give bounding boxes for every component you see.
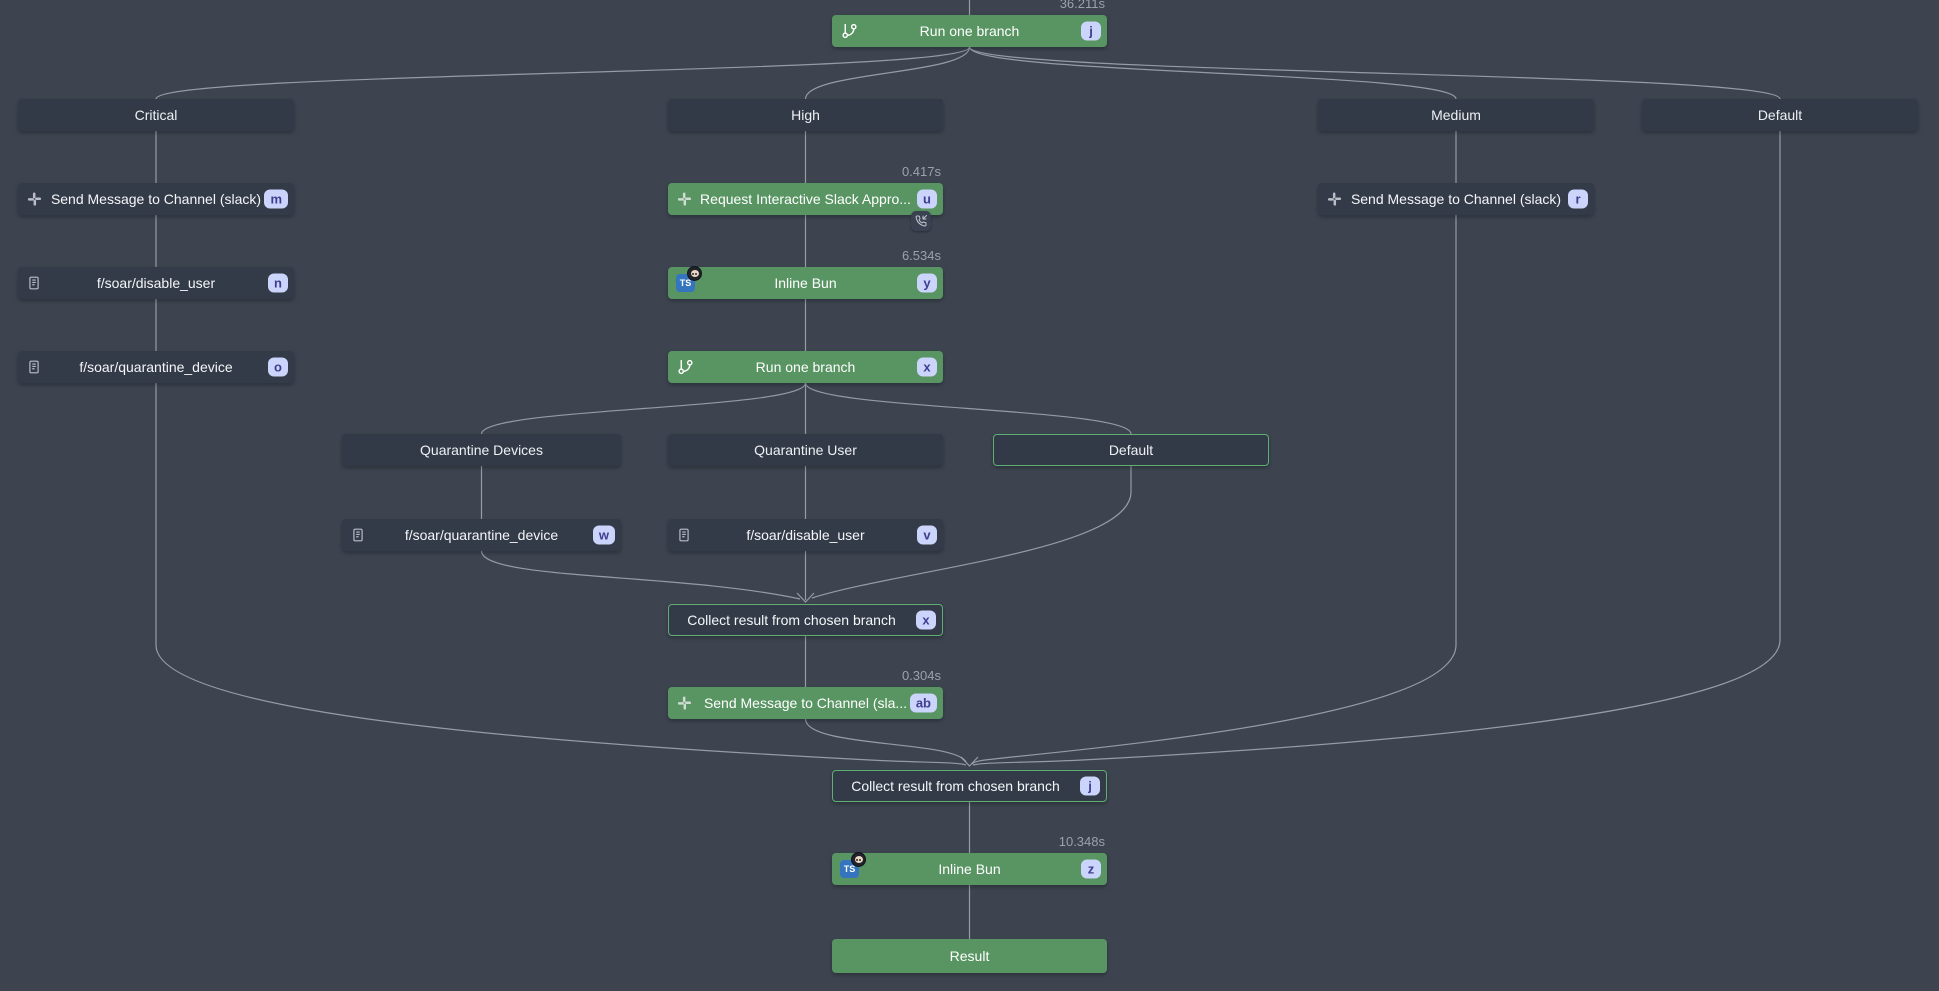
node-id-badge: ab xyxy=(910,694,937,713)
node-quarantine-device-critical[interactable]: f/soar/quarantine_device o xyxy=(18,351,294,383)
node-label: Send Message to Channel (slack) xyxy=(51,191,261,207)
node-collect-result-inner[interactable]: Collect result from chosen branch x xyxy=(668,604,943,636)
branch-header-default-inner[interactable]: Default xyxy=(993,434,1269,466)
branch-label: Critical xyxy=(135,107,178,123)
node-collect-result-outer[interactable]: Collect result from chosen branch j xyxy=(832,770,1107,802)
branch-label: Quarantine User xyxy=(754,442,857,458)
branch-header-critical[interactable]: Critical xyxy=(18,99,294,131)
node-id-badge: n xyxy=(268,274,288,293)
node-label: Result xyxy=(950,948,990,964)
ts-icon: TS xyxy=(840,859,866,879)
node-label: Collect result from chosen branch xyxy=(687,612,896,628)
node-run-one-branch-inner[interactable]: Run one branch x xyxy=(668,351,943,383)
branch-label: High xyxy=(791,107,820,123)
branch-label: Medium xyxy=(1431,107,1481,123)
node-label: Collect result from chosen branch xyxy=(851,778,1060,794)
node-run-one-branch-top[interactable]: 36.211s Run one branch j xyxy=(832,15,1107,47)
node-quarantine-device-sub[interactable]: f/soar/quarantine_device w xyxy=(342,519,621,551)
branch-header-high[interactable]: High xyxy=(668,99,943,131)
node-label: f/soar/disable_user xyxy=(97,275,215,291)
node-label: f/soar/disable_user xyxy=(746,527,864,543)
node-id-badge: v xyxy=(917,526,937,545)
script-icon xyxy=(27,276,41,290)
node-label: Inline Bun xyxy=(938,861,1000,877)
node-id-badge: z xyxy=(1081,860,1101,879)
node-label: Inline Bun xyxy=(774,275,836,291)
node-id-badge: o xyxy=(268,358,288,377)
node-id-badge: x xyxy=(916,611,936,630)
node-send-message-critical[interactable]: Send Message to Channel (slack) m xyxy=(18,183,294,215)
duration-label: 0.417s xyxy=(902,164,941,179)
git-branch-icon xyxy=(677,359,694,376)
ts-icon: TS xyxy=(676,273,702,293)
branch-label: Quarantine Devices xyxy=(420,442,543,458)
script-icon xyxy=(27,360,41,374)
node-id-badge: y xyxy=(917,274,937,293)
node-id-badge: u xyxy=(917,190,937,209)
node-label: Send Message to Channel (slack) xyxy=(1351,191,1561,207)
phone-incoming-icon xyxy=(911,211,931,231)
node-id-badge: m xyxy=(264,190,288,209)
node-id-badge: w xyxy=(593,526,615,545)
node-label: Send Message to Channel (sla... xyxy=(704,695,907,711)
duration-label: 0.304s xyxy=(902,668,941,683)
node-send-message-medium[interactable]: Send Message to Channel (slack) r xyxy=(1318,183,1594,215)
script-icon xyxy=(351,528,365,542)
node-label: f/soar/quarantine_device xyxy=(405,527,558,543)
node-label: f/soar/quarantine_device xyxy=(79,359,232,375)
slack-icon xyxy=(27,192,42,207)
node-request-slack-approval[interactable]: 0.417s Request Interactive Slack Appro..… xyxy=(668,183,943,215)
duration-label: 10.348s xyxy=(1059,834,1105,849)
node-inline-bun-final[interactable]: 10.348s TS Inline Bun z xyxy=(832,853,1107,885)
bun-icon xyxy=(687,266,702,281)
node-label: Run one branch xyxy=(756,359,856,375)
flow-graph-canvas[interactable]: 36.211s Run one branch j Critical High M… xyxy=(0,0,1939,991)
slack-icon xyxy=(677,696,692,711)
script-icon xyxy=(677,528,691,542)
node-inline-bun-high[interactable]: 6.534s TS Inline Bun y xyxy=(668,267,943,299)
branch-header-default[interactable]: Default xyxy=(1642,99,1918,131)
node-send-message-high[interactable]: 0.304s Send Message to Channel (sla... a… xyxy=(668,687,943,719)
node-id-badge: x xyxy=(917,358,937,377)
branch-header-quarantine-devices[interactable]: Quarantine Devices xyxy=(342,434,621,466)
slack-icon xyxy=(677,192,692,207)
node-id-badge: j xyxy=(1080,777,1100,796)
duration-label: 36.211s xyxy=(1060,0,1105,11)
branch-label: Default xyxy=(1109,442,1153,458)
node-label: Request Interactive Slack Appro... xyxy=(700,191,911,207)
branch-header-quarantine-user[interactable]: Quarantine User xyxy=(668,434,943,466)
node-id-badge: r xyxy=(1568,190,1588,209)
git-branch-icon xyxy=(841,23,858,40)
node-disable-user-critical[interactable]: f/soar/disable_user n xyxy=(18,267,294,299)
slack-icon xyxy=(1327,192,1342,207)
node-label: Run one branch xyxy=(920,23,1020,39)
flow-edges xyxy=(0,0,1939,991)
node-result[interactable]: Result xyxy=(832,939,1107,973)
branch-header-medium[interactable]: Medium xyxy=(1318,99,1594,131)
node-disable-user-sub[interactable]: f/soar/disable_user v xyxy=(668,519,943,551)
branch-label: Default xyxy=(1758,107,1802,123)
bun-icon xyxy=(851,852,866,867)
node-id-badge: j xyxy=(1081,22,1101,41)
duration-label: 6.534s xyxy=(902,248,941,263)
